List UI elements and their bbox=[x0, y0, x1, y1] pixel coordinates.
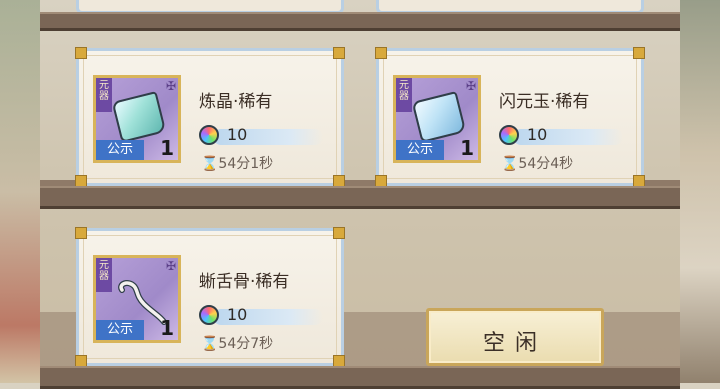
card-corner bbox=[375, 47, 387, 59]
item-timer: ⌛54分1秒 bbox=[201, 156, 274, 172]
item-category-tag: 元 器 bbox=[96, 258, 112, 292]
public-tag: 公示 bbox=[96, 140, 144, 160]
price-row: 10 bbox=[499, 125, 627, 147]
card-corner bbox=[75, 47, 87, 59]
item-name: 蜥舌骨·稀有 bbox=[199, 272, 290, 292]
background-right-scenery bbox=[680, 0, 720, 383]
card-corner bbox=[333, 47, 345, 59]
ornament-icon: ✠ bbox=[165, 259, 176, 273]
item-icon-frame[interactable]: 元 器 ✠ 公示 1 bbox=[93, 75, 181, 163]
ornament-icon: ✠ bbox=[165, 79, 176, 93]
item-quantity: 1 bbox=[160, 136, 174, 160]
idle-slot-label: 空闲 bbox=[482, 331, 547, 356]
item-timer: ⌛54分7秒 bbox=[201, 336, 274, 352]
public-tag: 公示 bbox=[396, 140, 444, 160]
item-timer: ⌛54分4秒 bbox=[501, 156, 574, 172]
card-corner bbox=[333, 227, 345, 239]
ornament-icon: ✠ bbox=[465, 79, 476, 93]
card-corner bbox=[633, 47, 645, 59]
shop-item-card[interactable]: 元 器 ✠ 公示 1 炼晶·稀有 10 ⌛54分1秒 bbox=[75, 47, 345, 187]
item-name: 炼晶·稀有 bbox=[199, 92, 273, 112]
item-quantity: 1 bbox=[160, 316, 174, 340]
item-price: 10 bbox=[227, 125, 248, 144]
item-icon-frame[interactable]: 元 器 ✠ 公示 1 bbox=[93, 255, 181, 343]
item-price: 10 bbox=[527, 125, 548, 144]
item-category-tag: 元 器 bbox=[96, 78, 112, 112]
crystal-gem-icon bbox=[111, 91, 167, 143]
price-row: 10 bbox=[199, 125, 327, 147]
shelf-top bbox=[40, 12, 680, 31]
rainbow-gem-currency-icon bbox=[499, 125, 519, 145]
shop-item-card[interactable]: 元 器 ✠ 公示 1 蜥舌骨·稀有 10 ⌛54分7秒 bbox=[75, 227, 345, 367]
shelf-middle bbox=[40, 186, 680, 209]
rainbow-gem-currency-icon bbox=[199, 125, 219, 145]
item-category-tag: 元 器 bbox=[396, 78, 412, 112]
rainbow-gem-currency-icon bbox=[199, 305, 219, 325]
item-quantity: 1 bbox=[460, 136, 474, 160]
price-row: 10 bbox=[199, 305, 327, 327]
item-price: 10 bbox=[227, 305, 248, 324]
jade-gem-icon bbox=[411, 91, 467, 143]
shop-item-card[interactable]: 元 器 ✠ 公示 1 闪元玉·稀有 10 ⌛54分4秒 bbox=[375, 47, 645, 187]
shelf-bottom bbox=[40, 366, 680, 389]
item-icon-frame[interactable]: 元 器 ✠ 公示 1 bbox=[393, 75, 481, 163]
item-name: 闪元玉·稀有 bbox=[499, 92, 590, 112]
card-corner bbox=[75, 227, 87, 239]
idle-slot-button[interactable]: 空闲 bbox=[426, 308, 604, 366]
background-left-scenery bbox=[0, 0, 40, 383]
public-tag: 公示 bbox=[96, 320, 144, 340]
